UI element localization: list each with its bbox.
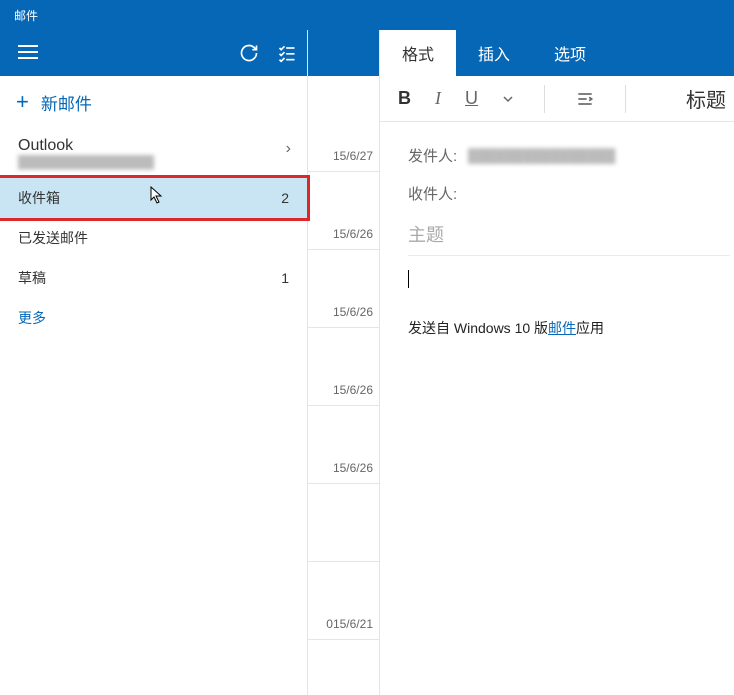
heading-button[interactable]: 标题: [686, 84, 734, 113]
app-title: 邮件: [14, 7, 38, 24]
toolbar-divider: [625, 85, 626, 113]
folder-inbox[interactable]: 收件箱 2: [0, 178, 307, 218]
tab-format[interactable]: 格式: [380, 30, 456, 76]
folder-more-label: 更多: [18, 308, 46, 328]
toolbar-divider: [544, 85, 545, 113]
from-value: ████████████████: [468, 148, 615, 163]
new-mail-label: 新邮件: [41, 90, 92, 115]
folder-more[interactable]: 更多: [0, 298, 307, 338]
sidebar: + 新邮件 Outlook ████████████████ › 收件箱 2: [0, 30, 308, 695]
message-item[interactable]: 15/6/26: [308, 406, 379, 484]
indent-icon[interactable]: [575, 89, 595, 109]
signature: 发送自 Windows 10 版邮件应用: [408, 318, 714, 338]
message-list: 15/6/27 15/6/26 15/6/26 15/6/26 15/6/26 …: [308, 30, 380, 695]
hamburger-icon[interactable]: [18, 45, 38, 61]
underline-button[interactable]: U: [465, 88, 478, 109]
sidebar-header: [0, 30, 307, 76]
account-row[interactable]: Outlook ████████████████ ›: [0, 128, 307, 178]
to-label: 收件人:: [408, 183, 468, 204]
plus-icon: +: [16, 89, 29, 115]
compose-body[interactable]: 发送自 Windows 10 版邮件应用: [380, 256, 734, 338]
new-mail-button[interactable]: + 新邮件: [0, 76, 307, 128]
message-item[interactable]: 15/6/26: [308, 250, 379, 328]
message-date: 015/6/21: [326, 617, 373, 631]
checklist-icon[interactable]: [277, 43, 297, 63]
font-dropdown-icon[interactable]: [502, 93, 514, 105]
message-item[interactable]: [308, 484, 379, 562]
folder-sent[interactable]: 已发送邮件: [0, 218, 307, 258]
bold-button[interactable]: B: [398, 88, 411, 109]
compose-fields: 发件人: ████████████████ 收件人: 主题: [380, 122, 734, 256]
message-date: 15/6/27: [333, 149, 373, 163]
folder-count: 2: [281, 190, 289, 206]
format-toolbar: B I U 标题: [380, 76, 734, 122]
message-item[interactable]: 015/6/21: [308, 562, 379, 640]
title-bar: 邮件: [0, 0, 734, 30]
tab-label: 格式: [402, 41, 434, 65]
folder-label: 草稿: [18, 268, 46, 288]
folder-drafts[interactable]: 草稿 1: [0, 258, 307, 298]
message-item[interactable]: 15/6/26: [308, 172, 379, 250]
sync-icon[interactable]: [239, 43, 259, 63]
account-email: ████████████████: [18, 155, 289, 169]
subject-field[interactable]: 主题: [408, 212, 730, 256]
signature-prefix: 发送自 Windows 10 版: [408, 320, 548, 336]
tab-label: 插入: [478, 41, 510, 65]
folder-count: 1: [281, 270, 289, 286]
signature-link[interactable]: 邮件: [548, 320, 576, 336]
to-field[interactable]: 收件人:: [408, 174, 732, 212]
compose-tabs: 格式 插入 选项: [380, 30, 734, 76]
message-date: 15/6/26: [333, 305, 373, 319]
compose-panel: 格式 插入 选项 B I U 标题: [380, 30, 734, 695]
message-item[interactable]: 15/6/26: [308, 328, 379, 406]
tab-label: 选项: [554, 41, 586, 65]
signature-suffix: 应用: [576, 320, 604, 336]
account-name: Outlook: [18, 137, 289, 155]
subject-placeholder: 主题: [408, 221, 444, 247]
message-date: 15/6/26: [333, 227, 373, 241]
cursor-icon: [150, 186, 166, 206]
chevron-right-icon: ›: [286, 140, 291, 158]
italic-button[interactable]: I: [435, 88, 441, 109]
tab-insert[interactable]: 插入: [456, 30, 532, 76]
message-list-header: [308, 30, 379, 76]
message-date: 15/6/26: [333, 461, 373, 475]
tab-options[interactable]: 选项: [532, 30, 608, 76]
from-field[interactable]: 发件人: ████████████████: [408, 136, 732, 174]
message-item[interactable]: 15/6/27: [308, 76, 379, 172]
from-label: 发件人:: [408, 145, 468, 166]
message-date: 15/6/26: [333, 383, 373, 397]
folder-label: 收件箱: [18, 188, 60, 208]
folder-list: 收件箱 2 已发送邮件 草稿 1 更多: [0, 178, 307, 338]
text-cursor: [408, 270, 409, 288]
folder-label: 已发送邮件: [18, 228, 88, 248]
